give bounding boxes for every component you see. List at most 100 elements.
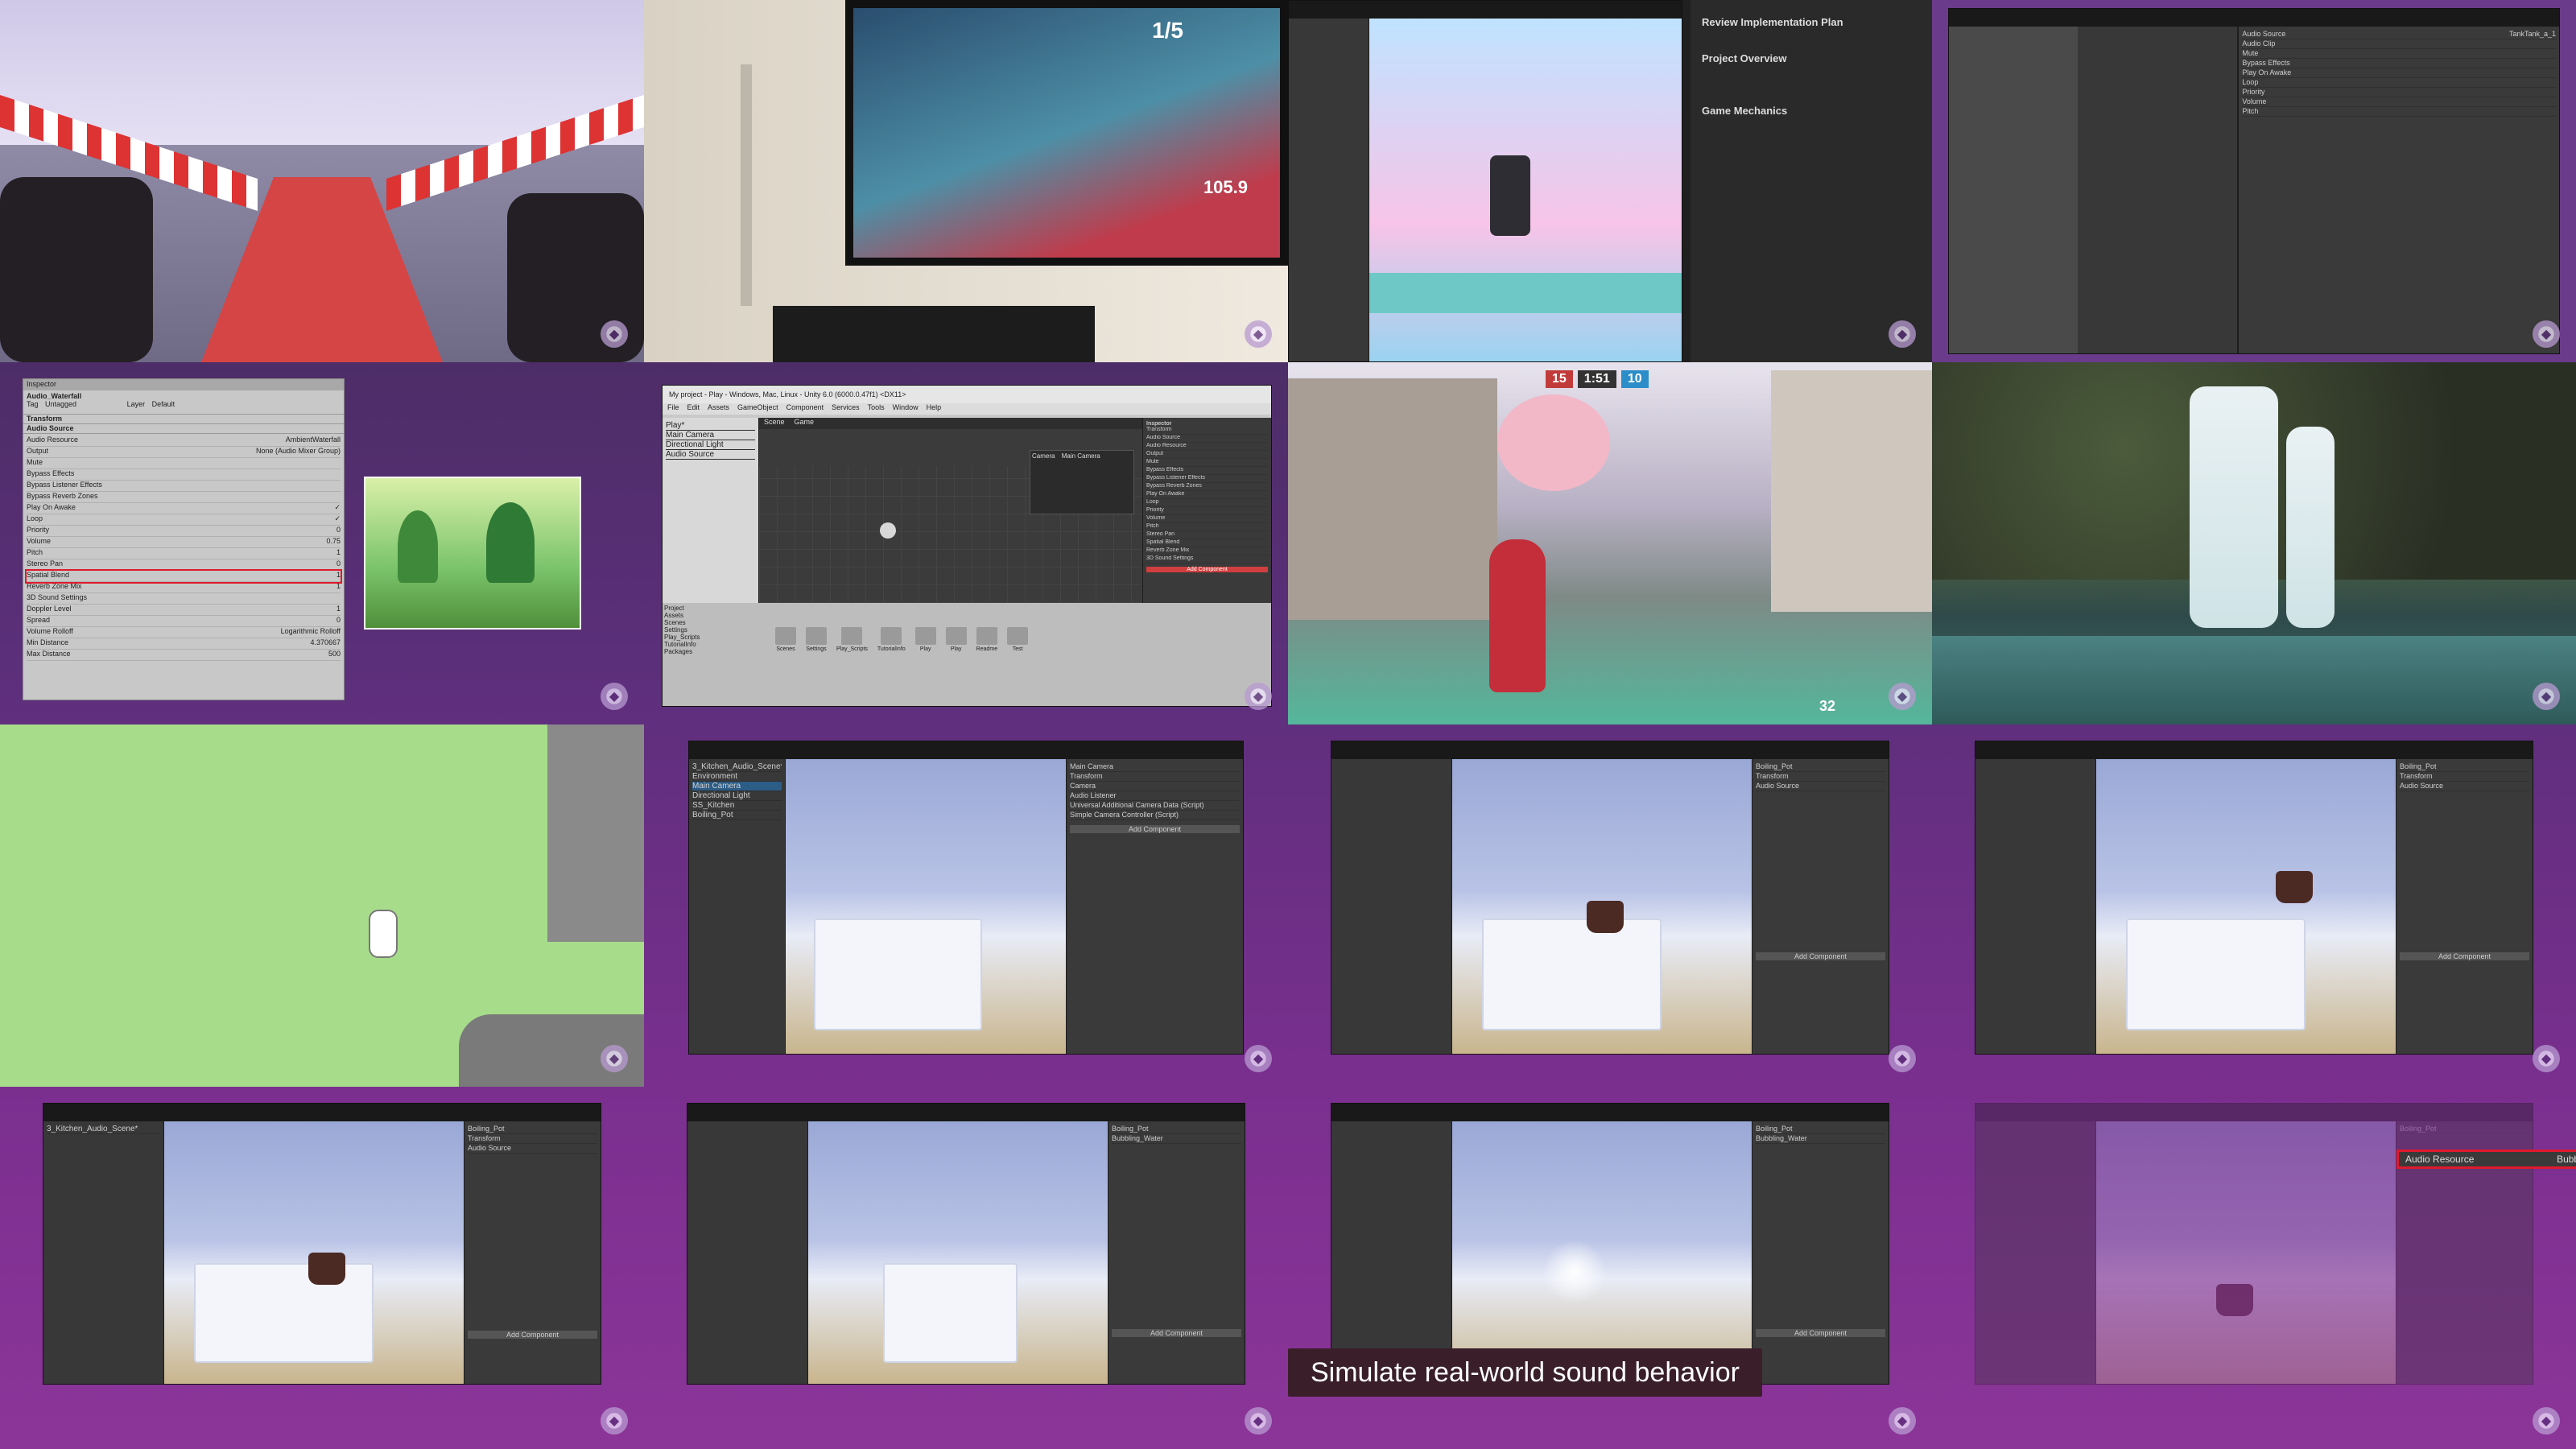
inspector-row: Doppler Level 1 (27, 605, 341, 616)
menu-assets[interactable]: Assets (708, 403, 729, 415)
folder-item[interactable]: Assets (664, 612, 758, 619)
row-value[interactable]: 0 (336, 616, 341, 626)
tree (398, 510, 438, 583)
add-component-button[interactable]: Add Component (1070, 825, 1240, 833)
row-value[interactable]: 0.75 (326, 537, 341, 547)
add-component-button[interactable]: Add Component (1756, 952, 1885, 960)
asset-item[interactable]: Play (914, 627, 936, 682)
tab-game[interactable]: Game (795, 418, 815, 429)
component-row[interactable]: Audio Source (468, 1144, 597, 1154)
tag-value[interactable]: Untagged (45, 400, 76, 408)
row-value[interactable]: AmbientWaterfall (286, 436, 341, 446)
asset-item[interactable]: Scenes (775, 627, 796, 682)
inspector-row: Loop (2242, 78, 2556, 88)
row-value[interactable]: 0 (336, 559, 341, 570)
field-value[interactable]: TankTank_a_1 (2509, 30, 2556, 39)
audio-resource-field[interactable]: Bubbling_Water (1112, 1134, 1241, 1144)
row-value[interactable]: ✓ (334, 503, 341, 514)
hierarchy-item[interactable]: SS_Kitchen (692, 801, 782, 811)
object-name[interactable]: Boiling_Pot (1756, 762, 1793, 771)
object-name[interactable]: Boiling_Pot (1112, 1125, 1149, 1133)
component-row[interactable]: Universal Additional Camera Data (Script… (1070, 801, 1240, 811)
menu-window[interactable]: Window (893, 403, 919, 415)
boiling-pot (308, 1253, 345, 1285)
hierarchy-item[interactable]: Directional Light (666, 440, 755, 450)
row-value[interactable]: Logarithmic Rolloff (281, 627, 341, 638)
component-label: Audio Source (2400, 782, 2444, 790)
inspector-panel: Main Camera Transform Camera Audio Liste… (1066, 759, 1243, 1054)
row-value[interactable]: 1 (336, 548, 341, 559)
component-row[interactable]: Transform (1756, 772, 1885, 782)
audio-resource-field[interactable]: Bubbling_Water (1756, 1134, 1885, 1144)
object-name[interactable]: Main Camera (1070, 762, 1113, 771)
hierarchy-item[interactable]: Main Camera (692, 782, 782, 791)
menu-component[interactable]: Component (786, 403, 824, 415)
asset-item[interactable]: Readme (976, 627, 997, 682)
add-component-button[interactable]: Add Component (468, 1331, 597, 1339)
folder-item[interactable]: Packages (664, 648, 758, 655)
folder-item[interactable]: Play_Scripts (664, 634, 758, 641)
inspector-object-name: Boiling_Pot (468, 1125, 597, 1134)
menu-tools[interactable]: Tools (868, 403, 885, 415)
component-row[interactable]: Transform (1070, 772, 1240, 782)
tab-project[interactable]: Project (664, 605, 758, 612)
asset-item[interactable]: Test (1007, 627, 1029, 682)
add-component-button[interactable]: Add Component (2400, 952, 2529, 960)
video-thumbnail-grid: ◆ 1/5 105.9 ◆ Review Implementation Plan… (0, 0, 2576, 1449)
asset-item[interactable]: Settings (806, 627, 827, 682)
menu-gameobject[interactable]: GameObject (737, 403, 778, 415)
menu-edit[interactable]: Edit (687, 403, 700, 415)
folder-item[interactable]: Scenes (664, 619, 758, 626)
row-value[interactable]: 0 (336, 526, 341, 536)
row-value[interactable]: 1 (336, 582, 341, 592)
menu-services[interactable]: Services (832, 403, 860, 415)
hierarchy-root[interactable]: 3_Kitchen_Audio_Scene* (47, 1125, 160, 1134)
component-row[interactable]: Camera (1070, 782, 1240, 791)
folder-tree: Assets Scenes Settings Play_Scripts Tutorial… (664, 612, 758, 655)
object-name[interactable]: Boiling_Pot (1756, 1125, 1793, 1133)
add-component-button[interactable]: Add Component (1756, 1329, 1885, 1337)
hierarchy-item[interactable]: Audio Source (666, 450, 755, 460)
buildings (1288, 378, 1497, 620)
component-row[interactable]: Audio Listener (1070, 791, 1240, 801)
menu-help[interactable]: Help (927, 403, 942, 415)
hierarchy-item[interactable]: Environment (692, 772, 782, 782)
hierarchy-item[interactable]: Main Camera (666, 431, 755, 440)
hierarchy-item[interactable]: Directional Light (692, 791, 782, 801)
row-value[interactable]: 4.370667 (310, 638, 341, 649)
tab-scene[interactable]: Scene (764, 418, 785, 429)
component-audio-source[interactable]: Audio Source (23, 424, 344, 434)
asset-item[interactable]: TutorialInfo (877, 627, 906, 682)
audio-resource-highlight[interactable]: Audio Resource Bubbling_Water (2396, 1150, 2576, 1169)
component-row[interactable]: Simple Camera Controller (Script) (1070, 811, 1240, 820)
object-name[interactable]: Audio_Waterfall (27, 392, 341, 400)
hierarchy-item[interactable]: Play* (666, 421, 755, 431)
component-row[interactable]: Audio Source (2400, 782, 2529, 791)
asset-item[interactable]: Play (945, 627, 967, 682)
component-row[interactable]: Audio Source (1756, 782, 1885, 791)
component-row[interactable]: Transform (2400, 772, 2529, 782)
component-transform[interactable]: Transform (23, 415, 344, 424)
hierarchy-item[interactable]: Boiling_Pot (692, 811, 782, 820)
thumb-kitchen-main-camera: 3_Kitchen_Audio_Scene* Environment Main … (644, 724, 1288, 1087)
row-value[interactable]: None (Audio Mixer Group) (256, 447, 341, 457)
asset-item[interactable]: Play_Scripts (836, 627, 868, 682)
hierarchy-root[interactable]: 3_Kitchen_Audio_Scene* (692, 762, 782, 772)
folder-item[interactable]: TutorialInfo (664, 641, 758, 648)
row-value[interactable]: 1 (336, 571, 341, 581)
row-value[interactable]: ✓ (334, 514, 341, 525)
layer-value[interactable]: Default (152, 400, 175, 408)
row-value[interactable]: 1 (336, 605, 341, 615)
add-component-button[interactable]: Add Component (1146, 567, 1268, 572)
menu-file[interactable]: File (667, 403, 679, 415)
row-value[interactable]: 500 (328, 650, 341, 660)
inspector-row: Play On Awake (2242, 68, 2556, 78)
camera-value[interactable]: Main Camera (1062, 452, 1100, 460)
folder-item[interactable]: Settings (664, 626, 758, 634)
add-component-button[interactable]: Add Component (1112, 1329, 1241, 1337)
object-name[interactable]: Boiling_Pot (2400, 1125, 2437, 1133)
component-row[interactable]: Transform (468, 1134, 597, 1144)
object-name[interactable]: Boiling_Pot (2400, 762, 2437, 771)
microsoft-learn-icon: ◆ (2533, 683, 2560, 710)
object-name[interactable]: Boiling_Pot (468, 1125, 505, 1133)
